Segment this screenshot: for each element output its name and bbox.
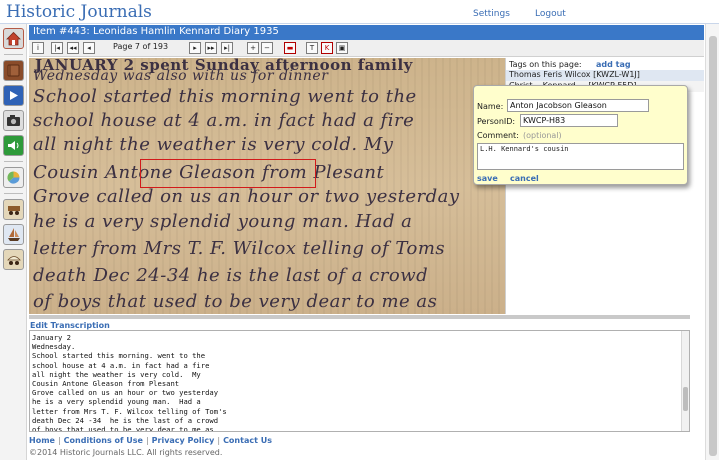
panel-resize-handle[interactable] <box>29 315 690 319</box>
header-divider <box>0 23 719 24</box>
footer-links: Home | Conditions of Use | Privacy Policy | Co… <box>29 436 272 445</box>
transcription-line: letter from Mrs T. F. Wilcox telling of … <box>32 406 227 416</box>
name-label: Name: <box>477 102 504 111</box>
logout-link[interactable]: Logout <box>535 9 566 19</box>
info-icon[interactable]: i <box>32 42 44 54</box>
cancel-link[interactable]: cancel <box>510 174 539 183</box>
transcription-line: Cousin Antone Gleason from Plesant <box>32 379 180 389</box>
page-toolbar: i |◂ ◂◂ ◂ Page 7 of 193 ▸ ▸▸ ▸| + − ▬ T … <box>29 40 704 57</box>
zoom-in-icon[interactable]: + <box>247 42 259 54</box>
transcription-line: Wednesday. <box>32 342 76 352</box>
camera-icon[interactable] <box>3 110 24 131</box>
tag-highlight-box[interactable] <box>140 159 316 188</box>
transcription-line: he is a very splendid young man. Had a <box>32 397 201 407</box>
chart-icon[interactable] <box>3 167 24 188</box>
tag-row[interactable]: Thomas Feris Wilcox [KWZL-W1J] <box>506 70 704 81</box>
transcription-textarea[interactable]: January 2 Wednesday. School started this m… <box>29 330 690 432</box>
person-id-input[interactable] <box>520 114 618 127</box>
home-icon[interactable] <box>3 28 24 49</box>
transcription-line: of boys that used to be very dear to me … <box>32 425 214 432</box>
copyright: ©2014 Historic Journals LLC. All rights … <box>29 448 223 457</box>
ship-icon[interactable] <box>3 224 24 245</box>
comment-textarea[interactable]: L.H. Kennard's cousin <box>477 143 684 170</box>
tags-title: Tags on this page: <box>509 60 582 69</box>
sidebar-separator <box>4 54 23 55</box>
handwriting-line: he is a very splendid young man. Had a <box>33 211 413 232</box>
handwriting-line: death Dec 24-34 he is the last of a crow… <box>33 265 429 286</box>
footer-contact-link[interactable]: Contact Us <box>223 436 272 445</box>
page-scrollbar-thumb[interactable] <box>709 36 717 456</box>
handwriting-line: letter from Mrs T. F. Wilcox telling of … <box>33 238 446 259</box>
cart-icon[interactable] <box>3 199 24 220</box>
handwriting-line: of boys that used to be very dear to me … <box>33 291 438 312</box>
name-input[interactable] <box>507 99 649 112</box>
handwriting-line: all night the weather is very cold. My <box>33 134 394 155</box>
page-indicator: Page 7 of 193 <box>113 42 169 51</box>
app-window: Historic Journals Settings Logout Item #… <box>0 0 719 460</box>
transcription-line: school house at 4 a.m. in fact had a fir… <box>32 360 210 370</box>
journals-icon[interactable] <box>3 60 24 81</box>
transcription-line: all night the weather is very cold. My <box>32 369 201 379</box>
footer-conditions-link[interactable]: Conditions of Use <box>64 436 143 445</box>
remove-tag-icon[interactable]: K <box>321 42 333 54</box>
stop-icon[interactable]: ▬ <box>284 42 296 54</box>
text-tag-icon[interactable]: T <box>306 42 318 54</box>
sidebar-separator <box>4 193 23 194</box>
transcription-line: Grove called on us an hour or two yester… <box>32 388 219 398</box>
next-page-icon[interactable]: ▸ <box>189 42 201 54</box>
footer-home-link[interactable]: Home <box>29 436 55 445</box>
handwriting-line: Wednesday was also with us for dinner <box>33 68 329 84</box>
transcription-line: School started this morning. went to the <box>32 351 206 361</box>
comment-hint: (optional) <box>523 131 562 140</box>
item-title-bar: Item #443: Leonidas Hamlin Kennard Diary… <box>29 25 704 40</box>
play-icon[interactable] <box>3 85 24 106</box>
footer-privacy-link[interactable]: Privacy Policy <box>152 436 215 445</box>
next-fast-icon[interactable]: ▸▸ <box>205 42 217 54</box>
fit-page-icon[interactable]: ▣ <box>336 42 348 54</box>
audio-icon[interactable] <box>3 135 24 156</box>
tag-edit-popup: Name: PersonID: Comment: (optional) L.H.… <box>473 85 688 185</box>
sidebar <box>0 24 27 460</box>
add-tag-link[interactable]: add tag <box>596 60 631 69</box>
transcription-text: January 2 Wednesday. School started this m… <box>32 333 227 432</box>
page-scrollbar[interactable] <box>705 24 719 460</box>
settings-link[interactable]: Settings <box>473 9 510 19</box>
wagon-icon[interactable] <box>3 249 24 270</box>
sidebar-separator <box>4 161 23 162</box>
handwriting-line: school house at 4 a.m. in fact had a fir… <box>33 110 415 131</box>
transcription-line: January 2 <box>32 333 71 342</box>
handwriting-line: School started this morning went to the <box>33 86 417 107</box>
transcription-scrollbar[interactable] <box>681 331 689 431</box>
brand-logo[interactable]: Historic Journals <box>6 2 152 22</box>
first-page-icon[interactable]: |◂ <box>51 42 63 54</box>
item-title: Item #443: Leonidas Hamlin Kennard Diary… <box>33 26 279 37</box>
handwriting-line: Grove called on us an hour or two yester… <box>33 186 460 207</box>
last-page-icon[interactable]: ▸| <box>221 42 233 54</box>
scrollbar-thumb[interactable] <box>683 387 688 411</box>
zoom-out-icon[interactable]: − <box>261 42 273 54</box>
prev-fast-icon[interactable]: ◂◂ <box>67 42 79 54</box>
comment-label: Comment: <box>477 131 519 140</box>
transcription-line: death Dec 24 -34 he is the last of a cro… <box>32 415 219 425</box>
save-link[interactable]: save <box>477 174 498 183</box>
edit-transcription-heading[interactable]: Edit Transcription <box>30 321 110 330</box>
person-id-label: PersonID: <box>477 117 516 126</box>
diary-page-image[interactable]: JANUARY 2 spent Sunday afternoon family … <box>29 58 505 314</box>
prev-page-icon[interactable]: ◂ <box>83 42 95 54</box>
